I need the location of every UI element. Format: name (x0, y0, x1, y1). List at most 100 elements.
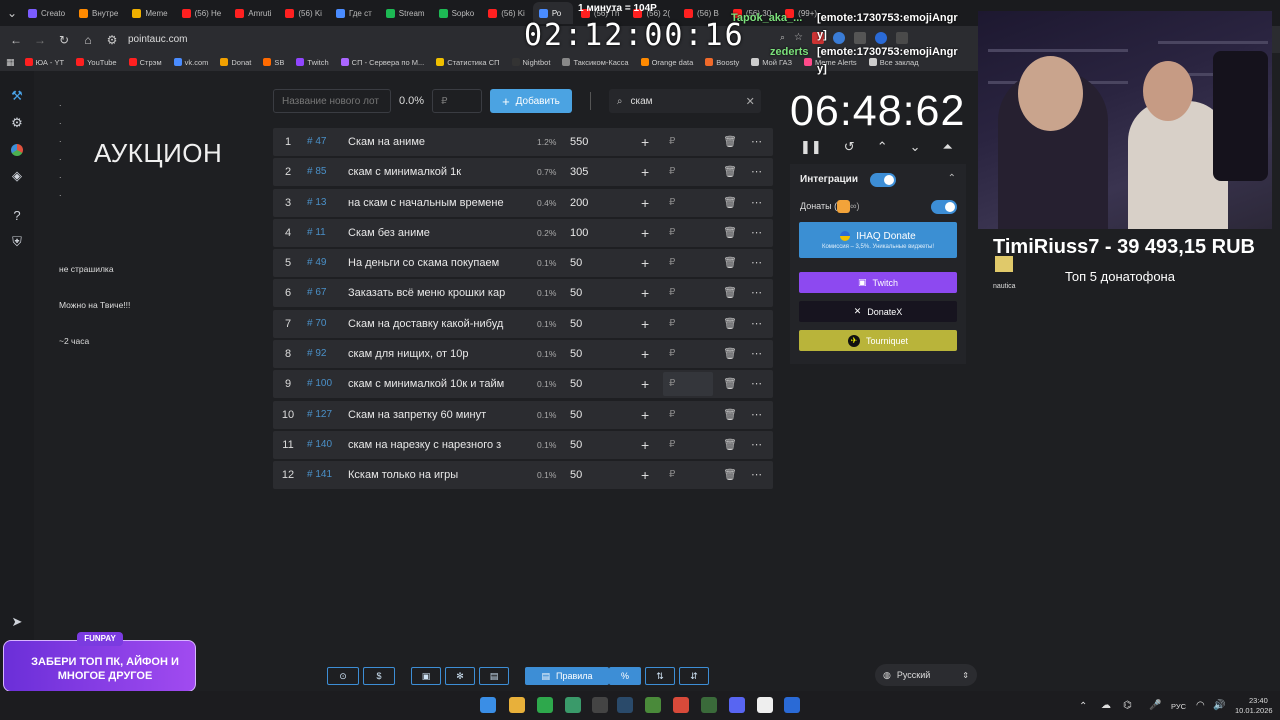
bookmark-item[interactable]: Таксиком-Касса (562, 58, 629, 67)
collapse-icon[interactable]: ⌃ (948, 173, 956, 184)
apps-icon[interactable]: ▦ (6, 57, 15, 68)
browser-tab[interactable]: (56) He (176, 2, 228, 24)
lot-name[interactable]: На деньги со скама покупаем (348, 249, 518, 277)
search-input[interactable]: ⌕ скам ✕ (608, 89, 761, 113)
lot-name[interactable]: Кскам только на игры (348, 461, 518, 489)
delete-icon[interactable]: 🗑 (723, 370, 737, 398)
capcut-icon[interactable] (757, 697, 773, 713)
obs-icon[interactable] (592, 697, 608, 713)
lot-name[interactable]: скам для нищих, от 10р (348, 340, 518, 368)
delete-icon[interactable]: 🗑 (723, 189, 737, 217)
lot-amount[interactable]: 50 (570, 461, 582, 489)
delete-icon[interactable]: 🗑 (723, 158, 737, 186)
browser-tab[interactable]: Внутре (73, 2, 124, 24)
lot-name[interactable]: скам с минималкой 1к (348, 158, 518, 186)
new-lot-amount-input[interactable]: ₽ (432, 89, 483, 113)
new-lot-name-input[interactable]: Название нового лот (273, 89, 391, 113)
ihaq-donate-button[interactable]: IHAQ Donate Комиссия – 3,5%. Уникальные … (799, 222, 957, 258)
lot-amount[interactable]: 50 (570, 340, 582, 368)
bookmark-item[interactable]: YouTube (76, 58, 117, 67)
delete-icon[interactable]: 🗑 (723, 340, 737, 368)
browser-icon[interactable] (565, 697, 581, 713)
clock-time[interactable]: 23:40 (1249, 696, 1268, 705)
lot-name[interactable]: на скам с начальным времене (348, 189, 518, 217)
chrome-icon[interactable] (673, 697, 689, 713)
amount-input[interactable]: ₽ (669, 128, 675, 156)
more-icon[interactable]: ⋯ (751, 189, 762, 217)
add-amount-icon[interactable]: + (641, 189, 649, 217)
lot-name[interactable]: Скам на запретку 60 минут (348, 401, 518, 429)
lot-id[interactable]: # 47 (307, 128, 326, 156)
tab-list-icon[interactable]: ⌄ (4, 5, 20, 21)
delete-icon[interactable]: 🗑 (723, 310, 737, 338)
amount-input[interactable]: ₽ (669, 431, 675, 459)
bookmark-item[interactable]: Nightbot (511, 58, 550, 67)
chevron-up-icon[interactable]: ⌃ (877, 139, 888, 155)
help-icon[interactable]: ? (9, 208, 25, 224)
discord-icon[interactable] (729, 697, 745, 713)
browser-tab[interactable]: Amruti (229, 2, 277, 24)
tourniquet-button[interactable]: ✈ Tourniquet (799, 330, 957, 351)
sort-icon[interactable]: ⇵ (679, 667, 709, 685)
more-icon[interactable]: ⋯ (751, 219, 762, 247)
add-amount-icon[interactable]: + (641, 370, 649, 398)
settings-icon[interactable]: ⚙ (9, 115, 25, 131)
layers-icon[interactable]: ◈ (9, 168, 25, 184)
lot-name[interactable]: Заказать всё меню крошки кар (348, 279, 518, 307)
bookmark-item[interactable]: Donat (220, 58, 251, 67)
lot-amount[interactable]: 50 (570, 401, 582, 429)
amount-input[interactable]: ₽ (669, 249, 675, 277)
lot-amount[interactable]: 50 (570, 310, 582, 338)
amount-input[interactable]: ₽ (669, 370, 675, 398)
telegram-icon[interactable]: ➤ (9, 614, 25, 630)
star-icon[interactable]: ☆ (794, 32, 803, 44)
xbox-icon[interactable] (701, 697, 717, 713)
browser-tab[interactable]: Где ст (330, 2, 378, 24)
lot-amount[interactable]: 550 (570, 128, 588, 156)
file-explorer-icon[interactable] (509, 697, 525, 713)
lot-amount[interactable]: 50 (570, 249, 582, 277)
bookmark-item[interactable]: Boosty (705, 58, 739, 67)
shield-icon[interactable]: ⛨ (9, 234, 25, 250)
lot-name[interactable]: Скам на аниме (348, 128, 518, 156)
forward-icon[interactable]: → (32, 32, 48, 48)
more-icon[interactable]: ⋯ (751, 370, 762, 398)
amount-input[interactable]: ₽ (669, 158, 675, 186)
bookmark-item[interactable]: Meme Alerts (804, 58, 857, 67)
extension-icon[interactable] (854, 32, 867, 44)
lot-name[interactable]: Скам на доставку какой-нибуд (348, 310, 518, 338)
wifi-icon[interactable]: ◠ (1196, 700, 1205, 711)
integrations-toggle[interactable] (870, 173, 896, 187)
microphone-icon[interactable]: 🎤 (1149, 700, 1161, 711)
lot-id[interactable]: # 92 (307, 340, 326, 368)
windows-start-icon[interactable] (480, 697, 496, 713)
bookmark-item[interactable]: Twitch (296, 58, 329, 67)
more-icon[interactable]: ⋯ (751, 279, 762, 307)
lot-name[interactable]: скам с минималкой 10к и тайм (348, 370, 518, 398)
volume-icon[interactable]: 🔊 (1213, 700, 1225, 711)
amount-input[interactable]: ₽ (669, 310, 675, 338)
wheel-icon[interactable] (9, 142, 25, 158)
amount-input[interactable]: ₽ (669, 340, 675, 368)
bookmark-item[interactable]: SB (263, 58, 284, 67)
save-icon[interactable]: ▣ (411, 667, 441, 685)
bookmark-item[interactable]: Все заклад (868, 58, 919, 67)
lot-amount[interactable]: 100 (570, 219, 588, 247)
back-icon[interactable]: ← (8, 32, 24, 48)
lot-id[interactable]: # 49 (307, 249, 326, 277)
bookmark-item[interactable]: Стрэм (128, 58, 162, 67)
amount-input[interactable]: ₽ (669, 461, 675, 489)
add-amount-icon[interactable]: + (641, 158, 649, 186)
zoom-icon[interactable]: ⌕ (780, 32, 785, 44)
browser-tab[interactable]: (56) Ki (279, 2, 328, 24)
extension-icon[interactable] (875, 32, 888, 44)
delete-icon[interactable]: 🗑 (723, 219, 737, 247)
add-amount-icon[interactable]: + (641, 249, 649, 277)
lot-amount[interactable]: 50 (570, 431, 582, 459)
bug-icon[interactable]: ✻ (445, 667, 475, 685)
steam-icon[interactable] (617, 697, 633, 713)
lot-name[interactable]: скам на нарезку с нарезного з (348, 431, 518, 459)
more-icon[interactable]: ⋯ (751, 310, 762, 338)
reload-icon[interactable]: ↻ (56, 32, 72, 48)
bookmark-item[interactable]: Orange data (640, 58, 693, 67)
